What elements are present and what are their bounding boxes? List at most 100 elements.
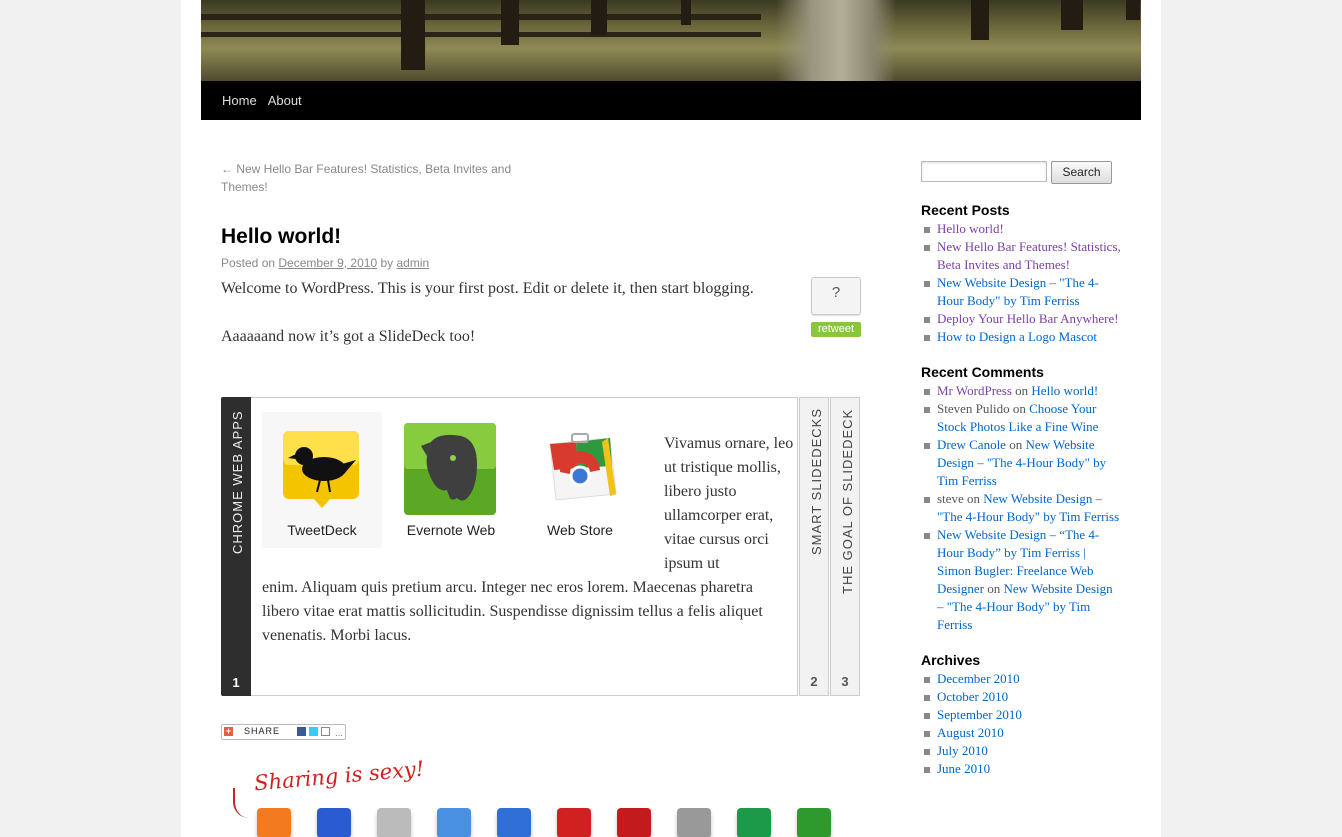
- comment-on: on: [987, 581, 1001, 596]
- archive-link[interactable]: December 2010: [937, 671, 1020, 686]
- more-icon: …: [335, 729, 343, 738]
- comment-post-link[interactable]: New Website Design – "The 4-Hour Body" b…: [937, 491, 1119, 524]
- list-item: December 2010: [921, 670, 1121, 688]
- friendfeed-icon[interactable]: [797, 808, 831, 837]
- addthis-share-button[interactable]: + SHARE …: [221, 724, 346, 740]
- slide-spine-3[interactable]: THE GOAL OF SLIDEDECK 3: [830, 397, 860, 696]
- spine-number: 2: [810, 674, 818, 689]
- comment-on: on: [1009, 437, 1023, 452]
- email-icon: [321, 727, 330, 736]
- slide-spine-2[interactable]: SMART SLIDEDECKS 2: [799, 397, 829, 696]
- post-body: Welcome to WordPress. This is your first…: [221, 277, 781, 349]
- widget-title: Recent Comments: [921, 364, 1044, 380]
- list-item: Deploy Your Hello Bar Anywhere!: [921, 310, 1121, 328]
- archive-link[interactable]: October 2010: [937, 689, 1008, 704]
- header-road: [776, 0, 896, 81]
- app-icons: TweetDeck Evernote Web Web Store: [262, 412, 652, 548]
- plus-icon: +: [224, 726, 233, 736]
- archive-link[interactable]: September 2010: [937, 707, 1022, 722]
- curved-arrow: [233, 788, 251, 818]
- delicious-icon[interactable]: [317, 808, 351, 837]
- list-item: October 2010: [921, 688, 1121, 706]
- header-image: [201, 0, 1141, 81]
- slide-spine-1[interactable]: CHROME WEB APPS 1: [221, 397, 258, 696]
- list-item: Mr WordPress on Hello world!: [921, 382, 1121, 400]
- myspace-icon[interactable]: [437, 808, 471, 837]
- list-item: July 2010: [921, 742, 1121, 760]
- facebook-icon: [297, 727, 306, 736]
- menu-item-home[interactable]: Home: [201, 81, 268, 120]
- post-meta: Posted on December 9, 2010 by admin: [221, 256, 861, 270]
- post-date-link[interactable]: December 9, 2010: [278, 256, 377, 270]
- post-title: Hello world!: [221, 225, 342, 248]
- recent-comments-widget: Recent Comments Mr WordPress on Hello wo…: [921, 362, 1121, 634]
- tree-trunk: [501, 0, 519, 45]
- app-label: Web Store: [547, 522, 613, 538]
- digg-icon[interactable]: [377, 808, 411, 837]
- archive-link[interactable]: August 2010: [937, 725, 1004, 740]
- comment-author-link[interactable]: Drew Canole: [937, 437, 1006, 452]
- recent-post-link[interactable]: How to Design a Logo Mascot: [937, 329, 1097, 344]
- stumbleupon-icon[interactable]: [497, 808, 531, 837]
- app-web-store[interactable]: Web Store: [520, 412, 640, 548]
- slide-text: enim. Aliquam quis pretium arcu. Integer…: [262, 579, 763, 644]
- spine-number: 3: [841, 674, 849, 689]
- app-tweetdeck[interactable]: TweetDeck: [262, 412, 382, 548]
- recent-post-link[interactable]: New Website Design – "The 4-Hour Body" b…: [937, 275, 1099, 308]
- list-item: Hello world!: [921, 220, 1121, 238]
- menu-item-about[interactable]: About: [268, 81, 313, 120]
- comment-on: on: [1015, 383, 1029, 398]
- comment-post-link[interactable]: Hello world!: [1031, 383, 1098, 398]
- main-menu: Home About: [201, 81, 1141, 120]
- mixx-icon[interactable]: [617, 808, 651, 837]
- search-button[interactable]: Search: [1051, 161, 1112, 184]
- spine-title: SMART SLIDEDECKS: [809, 407, 824, 555]
- evernote-icon[interactable]: [737, 808, 771, 837]
- tree-trunk: [401, 0, 425, 70]
- recent-post-link[interactable]: Hello world!: [937, 221, 1004, 236]
- page-wrapper: Home About ← New Hello Bar Features! Sta…: [181, 0, 1161, 837]
- slide-text: Vivamus ornare, leo ut tristique mollis,…: [664, 435, 794, 572]
- comment-on: on: [966, 491, 980, 506]
- search-input[interactable]: [921, 161, 1047, 182]
- list-item: How to Design a Logo Mascot: [921, 328, 1121, 346]
- previous-post-link[interactable]: ← New Hello Bar Features! Statistics, Be…: [221, 160, 531, 196]
- recent-post-link[interactable]: Deploy Your Hello Bar Anywhere!: [937, 311, 1119, 326]
- reddit-icon[interactable]: [677, 808, 711, 837]
- post-paragraph: Welcome to WordPress. This is your first…: [221, 280, 754, 297]
- list-item: June 2010: [921, 760, 1121, 778]
- list-item: New Website Design – "The 4-Hour Body" b…: [921, 274, 1121, 310]
- list-item: September 2010: [921, 706, 1121, 724]
- tweetmeme-widget: ? retweet: [811, 277, 861, 337]
- rss-icon[interactable]: [257, 808, 291, 837]
- app-label: Evernote Web: [406, 522, 496, 538]
- list-item: August 2010: [921, 724, 1121, 742]
- recent-posts-widget: Recent Posts Hello world! New Hello Bar …: [921, 200, 1121, 346]
- share-label: SHARE: [244, 726, 281, 736]
- tree-trunk: [591, 0, 607, 35]
- list-item: New Website Design – “The 4-Hour Body” b…: [921, 526, 1121, 634]
- list-item: Steven Pulido on Choose Your Stock Photo…: [921, 400, 1121, 436]
- list-item: Drew Canole on New Website Design – "The…: [921, 436, 1121, 490]
- comment-author: Steven Pulido: [937, 401, 1010, 416]
- app-evernote[interactable]: Evernote Web: [391, 412, 511, 548]
- tree-trunk: [1126, 0, 1140, 20]
- recent-post-link[interactable]: New Hello Bar Features! Statistics, Beta…: [937, 239, 1121, 272]
- author-link[interactable]: admin: [397, 256, 430, 270]
- list-item: steve on New Website Design – "The 4-Hou…: [921, 490, 1121, 526]
- tree-trunk: [1061, 0, 1083, 30]
- twitter-icon: [309, 727, 318, 736]
- meta-prefix: Posted on: [221, 256, 276, 270]
- evernote-icon: [404, 423, 496, 515]
- archive-link[interactable]: July 2010: [937, 743, 988, 758]
- retweet-button[interactable]: retweet: [811, 322, 861, 337]
- tree-trunk: [681, 0, 691, 25]
- comment-on: on: [1012, 401, 1026, 416]
- sharing-is-sexy-label: Sharing is sexy!: [253, 756, 426, 796]
- widget-title: Recent Posts: [921, 202, 1010, 218]
- comment-author: steve: [937, 491, 964, 506]
- archive-link[interactable]: June 2010: [937, 761, 990, 776]
- sidebar: Search Recent Posts Hello world! New Hel…: [921, 160, 1121, 778]
- technorati-icon[interactable]: [557, 808, 591, 837]
- comment-author-link[interactable]: Mr WordPress: [937, 383, 1012, 398]
